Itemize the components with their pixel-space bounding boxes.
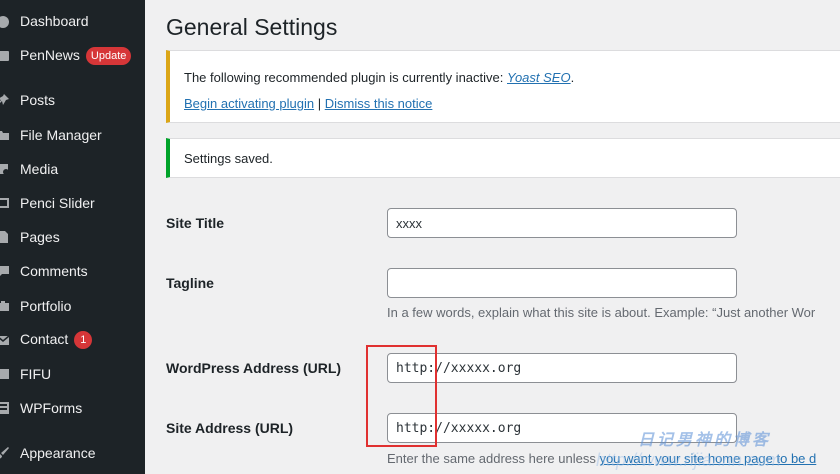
begin-activating-link[interactable]: Begin activating plugin	[184, 96, 314, 111]
plugin-warning-notice: The following recommended plugin is curr…	[166, 50, 840, 123]
site-title-input[interactable]: xxxx	[387, 208, 737, 238]
mail-icon	[0, 332, 10, 348]
tagline-label: Tagline	[166, 275, 214, 291]
sidebar-item-appearance[interactable]: Appearance	[0, 438, 145, 468]
site-title-label: Site Title	[166, 215, 225, 231]
admin-sidebar: Dashboard PenNews Update Posts File Manag…	[0, 0, 145, 474]
sidebar-item-penci-slider[interactable]: Penci Slider	[0, 188, 145, 218]
sidebar-item-label: PenNews	[20, 47, 80, 63]
sidebar-item-dashboard[interactable]: Dashboard	[0, 6, 145, 36]
sidebar-item-media[interactable]: Media	[0, 154, 145, 184]
yoast-seo-link[interactable]: Yoast SEO	[507, 70, 571, 85]
dismiss-notice-link[interactable]: Dismiss this notice	[325, 96, 433, 111]
sidebar-item-wpforms[interactable]: WPForms	[0, 393, 145, 423]
sidebar-item-posts[interactable]: Posts	[0, 85, 145, 115]
sidebar-item-file-manager[interactable]: File Manager	[0, 120, 145, 150]
folder-icon	[0, 127, 10, 143]
sidebar-item-label: WPForms	[20, 400, 83, 416]
dashboard-icon	[0, 13, 10, 29]
sidebar-item-pennews[interactable]: PenNews Update	[0, 41, 145, 71]
sidebar-item-label: Portfolio	[20, 298, 72, 314]
sidebar-item-label: Media	[20, 161, 59, 177]
update-badge: Update	[85, 47, 132, 65]
notice-text: The following recommended plugin is curr…	[184, 70, 507, 85]
notice-text: Settings saved.	[184, 151, 273, 166]
sidebar-item-comments[interactable]: Comments	[0, 256, 145, 286]
comment-icon	[0, 263, 10, 279]
annotation-highlight-box	[366, 345, 437, 447]
count-badge: 1	[74, 331, 93, 349]
sidebar-item-label: FIFU	[20, 366, 52, 382]
tagline-description: In a few words, explain what this site i…	[387, 305, 816, 320]
sidebar-item-label: Posts	[20, 92, 56, 108]
page-icon	[0, 229, 10, 245]
pin-icon	[0, 92, 10, 108]
media-icon	[0, 161, 10, 177]
sidebar-item-label: Pages	[20, 229, 60, 245]
pennews-icon	[0, 48, 10, 64]
wp-address-label: WordPress Address (URL)	[166, 360, 342, 376]
slider-icon	[0, 195, 10, 211]
settings-saved-notice: Settings saved.	[166, 138, 840, 178]
portfolio-icon	[0, 298, 10, 314]
sidebar-item-contact[interactable]: Contact 1	[0, 325, 145, 355]
sidebar-item-pages[interactable]: Pages	[0, 222, 145, 252]
sidebar-item-fifu[interactable]: FIFU	[0, 359, 145, 389]
brush-icon	[0, 445, 10, 461]
link-separator: |	[317, 96, 322, 111]
sidebar-item-label: Appearance	[20, 445, 96, 461]
site-address-label: Site Address (URL)	[166, 420, 294, 436]
sidebar-item-label: Penci Slider	[20, 195, 95, 211]
watermark-url: http://www.rijiannn.com	[596, 450, 782, 470]
sidebar-item-label: Dashboard	[20, 13, 89, 29]
forms-icon	[0, 400, 10, 416]
watermark-text: 日记男神的博客	[638, 432, 772, 449]
fifu-icon	[0, 366, 10, 382]
page-title: General Settings	[166, 14, 338, 40]
sidebar-item-label: Contact	[20, 331, 69, 347]
sidebar-item-label: Comments	[20, 263, 88, 279]
tagline-input[interactable]	[387, 268, 737, 298]
sidebar-item-portfolio[interactable]: Portfolio	[0, 291, 145, 321]
sidebar-item-label: File Manager	[20, 127, 102, 143]
wp-address-input[interactable]: http://xxxxx.org	[387, 353, 737, 383]
